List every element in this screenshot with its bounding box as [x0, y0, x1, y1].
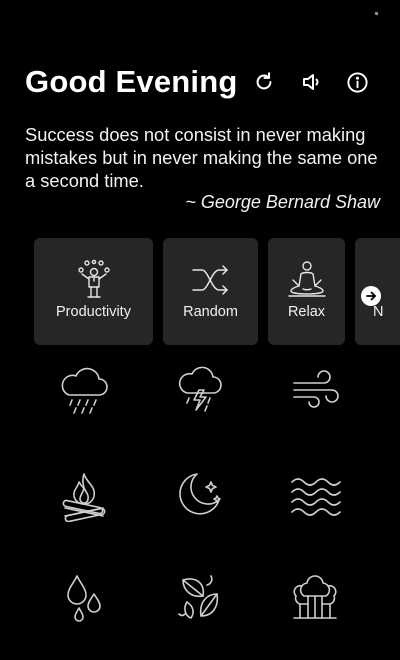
volume-button[interactable] [298, 68, 326, 96]
status-indicator [374, 11, 379, 16]
sound-wind[interactable] [285, 360, 345, 420]
quote-text: Success does not consist in never making… [25, 124, 378, 191]
greeting-title: Good Evening [25, 64, 238, 99]
category-label: Random [183, 304, 238, 320]
category-productivity[interactable]: Productivity [34, 238, 153, 345]
refresh-icon [256, 72, 272, 90]
waves-icon [291, 478, 341, 516]
quote-author: ~ George Bernard Shaw [185, 192, 380, 212]
meditation-icon [287, 261, 326, 297]
campfire-icon [62, 473, 106, 522]
category-label: N [373, 304, 384, 320]
sound-campfire[interactable] [54, 465, 114, 525]
header: Good Evening [25, 60, 380, 104]
sound-waves[interactable] [285, 465, 345, 525]
info-icon [346, 71, 368, 93]
next-arrow-button[interactable] [361, 286, 381, 306]
info-button[interactable] [343, 68, 371, 96]
thunderstorm-icon [178, 366, 222, 412]
category-next[interactable]: N [355, 238, 400, 345]
sound-rain[interactable] [54, 360, 114, 420]
night-moon-icon [179, 473, 221, 515]
category-carousel[interactable]: Productivity Random Relax N [0, 238, 400, 345]
sound-leaves[interactable] [170, 567, 230, 627]
arrow-right-icon [366, 291, 376, 301]
leaves-icon [178, 575, 219, 619]
juggler-icon [77, 259, 110, 298]
category-relax[interactable]: Relax [268, 238, 345, 345]
water-drops-icon [67, 575, 101, 622]
sound-night[interactable] [170, 465, 230, 525]
sound-water-drops[interactable] [54, 567, 114, 627]
sound-forest[interactable] [285, 567, 345, 627]
rain-cloud-icon [61, 367, 108, 414]
forest-icon [293, 575, 337, 619]
sound-thunderstorm[interactable] [170, 360, 230, 420]
refresh-button[interactable] [250, 68, 278, 96]
sound-grid [0, 355, 400, 655]
volume-icon [303, 74, 319, 90]
category-label: Relax [287, 304, 326, 320]
category-label: Productivity [56, 304, 131, 320]
shuffle-icon [191, 265, 228, 295]
wind-icon [293, 370, 339, 408]
category-random[interactable]: Random [163, 238, 258, 345]
